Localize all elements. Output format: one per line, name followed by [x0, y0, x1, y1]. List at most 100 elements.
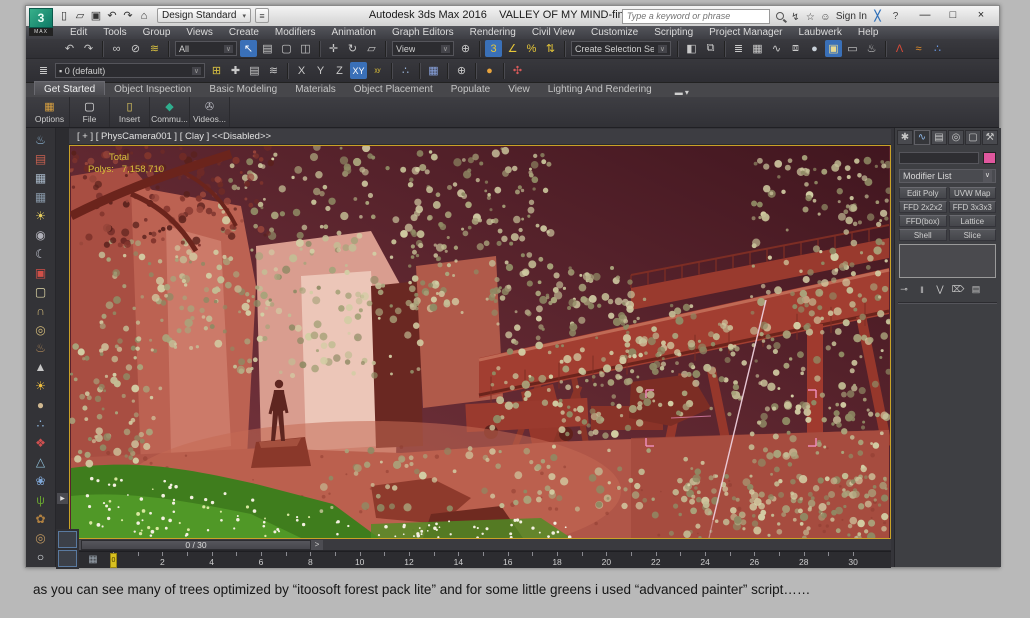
- menu-modifiers[interactable]: Modifiers: [267, 26, 324, 39]
- workspace-menu-icon[interactable]: ≡: [255, 8, 269, 23]
- tab-hierarchy[interactable]: ▤: [931, 130, 947, 145]
- insert-button[interactable]: ▯Insert: [110, 97, 150, 127]
- select-move-icon[interactable]: ✛: [325, 40, 342, 57]
- modifier-button-slice[interactable]: Slice: [949, 229, 997, 241]
- pin-stack-icon[interactable]: ⊸: [897, 283, 911, 296]
- data-sheet-a-icon[interactable]: ▦: [30, 169, 52, 187]
- redo-icon[interactable]: ↷: [120, 8, 136, 23]
- lightbulb-icon[interactable]: ☀: [30, 207, 52, 225]
- favorites-icon[interactable]: ☆: [803, 10, 818, 25]
- tab-display[interactable]: ▢: [965, 130, 981, 145]
- menu-graph-editors[interactable]: Graph Editors: [384, 26, 462, 39]
- project-folder-icon[interactable]: ⌂: [136, 9, 152, 24]
- add-to-layer-icon[interactable]: ✚: [227, 62, 244, 79]
- menu-edit[interactable]: Edit: [62, 26, 95, 39]
- ring-light-icon[interactable]: ◎: [30, 321, 52, 339]
- tab-utilities[interactable]: ⚒: [982, 130, 998, 145]
- menu-views[interactable]: Views: [178, 26, 221, 39]
- undo-icon[interactable]: ↶: [61, 40, 78, 57]
- sun-icon[interactable]: ☀: [30, 377, 52, 395]
- leaf-badge-icon[interactable]: ✿: [30, 510, 52, 528]
- shell-icon[interactable]: ◎: [30, 529, 52, 547]
- ribbon-tab-lighting-and-rendering[interactable]: Lighting And Rendering: [539, 82, 661, 96]
- modifier-list-dropdown[interactable]: Modifier List∨: [899, 169, 996, 183]
- ribbon-tab-populate[interactable]: Populate: [442, 82, 499, 96]
- search-icon[interactable]: [773, 8, 788, 23]
- make-unique-icon[interactable]: ⋁: [933, 283, 947, 296]
- layer-manager-icon[interactable]: ≣: [35, 62, 52, 79]
- curve-editor-icon[interactable]: ∿: [768, 40, 785, 57]
- rendered-frame-icon[interactable]: ▭: [844, 40, 861, 57]
- axis-xy-snap-icon[interactable]: ᵡʸ: [369, 62, 386, 79]
- modifier-button-lattice[interactable]: Lattice: [949, 215, 997, 227]
- sphere-icon[interactable]: ●: [30, 396, 52, 414]
- modifier-button-ffd-3x3x3[interactable]: FFD 3x3x3: [949, 201, 997, 213]
- data-sheet-b-icon[interactable]: ▦: [30, 188, 52, 206]
- camera-speaker-icon[interactable]: ◉: [30, 226, 52, 244]
- track-bar[interactable]: ▦ 246810121416182022242628300: [79, 551, 891, 568]
- graphite-ribbon-icon[interactable]: ▦: [749, 40, 766, 57]
- grid-tool-icon[interactable]: ▦: [425, 62, 442, 79]
- modifier-stack-list[interactable]: [899, 244, 996, 278]
- plugin-b-icon[interactable]: ≈: [910, 40, 927, 57]
- menu-tools[interactable]: Tools: [95, 26, 134, 39]
- search-input[interactable]: [622, 9, 770, 24]
- angle-snap-icon[interactable]: ∠: [504, 40, 521, 57]
- percent-snap-icon[interactable]: %: [523, 40, 540, 57]
- current-layer-dropdown[interactable]: ▪ 0 (default)∨: [55, 63, 205, 78]
- select-layer-objects-icon[interactable]: ▤: [246, 62, 263, 79]
- options-button[interactable]: ▦Options: [30, 97, 70, 127]
- film-clapper-icon[interactable]: ▣: [30, 264, 52, 282]
- viewport[interactable]: TotalPolys: 7,158,710: [69, 145, 891, 539]
- workspace-dropdown[interactable]: Design Standard▾: [157, 8, 251, 23]
- white-ball-icon[interactable]: ○: [30, 548, 52, 566]
- open-mini-curve-editor-icon[interactable]: ▦: [85, 554, 101, 566]
- select-rotate-icon[interactable]: ↻: [344, 40, 361, 57]
- flower-clump-icon[interactable]: ❀: [30, 472, 52, 490]
- timeline-playhead[interactable]: 0: [110, 553, 117, 568]
- render-setup-icon[interactable]: ▣: [825, 40, 842, 57]
- object-color-swatch[interactable]: [983, 152, 996, 164]
- mountain-icon[interactable]: ▲: [30, 358, 52, 376]
- material-editor-icon[interactable]: ●: [806, 40, 823, 57]
- create-layer-icon[interactable]: ⊞: [208, 62, 225, 79]
- modifier-button-uvw-map[interactable]: UVW Map: [949, 187, 997, 199]
- bind-spacewarp-icon[interactable]: ≋: [146, 40, 163, 57]
- align-icon[interactable]: ⧉: [702, 40, 719, 57]
- next-frame-button[interactable]: >: [311, 540, 323, 550]
- plugin-a-icon[interactable]: Λ: [891, 40, 908, 57]
- render-image-icon[interactable]: ▤: [30, 150, 52, 168]
- set-current-layer-icon[interactable]: ≋: [265, 62, 282, 79]
- atom-spheres-icon[interactable]: ❖: [30, 434, 52, 452]
- new-scene-icon[interactable]: ▯: [56, 8, 72, 23]
- menu-project-manager[interactable]: Project Manager: [701, 26, 790, 39]
- axis-y-icon[interactable]: Y: [312, 62, 329, 79]
- window-crossing-icon[interactable]: ◫: [297, 40, 314, 57]
- atoms-tool-icon[interactable]: ✣: [509, 62, 526, 79]
- object-name-field[interactable]: [899, 152, 979, 164]
- viewport-label[interactable]: [ + ] [ PhysCamera001 ] [ Clay ] <<Disab…: [69, 129, 891, 145]
- remove-modifier-icon[interactable]: ⌦: [951, 283, 965, 296]
- time-slider-handle[interactable]: 0 / 30: [81, 540, 311, 550]
- use-pivot-center-icon[interactable]: ⊕: [457, 40, 474, 57]
- snap-3d-icon[interactable]: 3: [485, 40, 502, 57]
- select-object-icon[interactable]: ↖: [240, 40, 257, 57]
- teapot-render-icon[interactable]: ♨: [30, 131, 52, 149]
- ribbon-tab-view[interactable]: View: [499, 82, 539, 96]
- tab-modify[interactable]: ∿: [914, 130, 930, 145]
- axis-xy-icon[interactable]: XY: [350, 62, 367, 79]
- mirror-icon[interactable]: ◧: [683, 40, 700, 57]
- area-light-icon[interactable]: ▢: [30, 283, 52, 301]
- menu-animation[interactable]: Animation: [323, 26, 383, 39]
- select-by-name-icon[interactable]: ▤: [259, 40, 276, 57]
- menu-create[interactable]: Create: [221, 26, 267, 39]
- schematic-view-icon[interactable]: ⧈: [787, 40, 804, 57]
- moon-icon[interactable]: ☾: [30, 245, 52, 263]
- help-icon[interactable]: ?: [888, 9, 903, 24]
- named-selection-sets-dropdown[interactable]: Create Selection Se∨: [571, 41, 671, 56]
- expand-tray-icon[interactable]: ▶: [57, 493, 68, 504]
- teapot-wire-icon[interactable]: ♨: [30, 339, 52, 357]
- mini-listener-script-pane[interactable]: [58, 550, 77, 567]
- dome-light-icon[interactable]: ∩: [30, 302, 52, 320]
- pyramid-icon[interactable]: △: [30, 453, 52, 471]
